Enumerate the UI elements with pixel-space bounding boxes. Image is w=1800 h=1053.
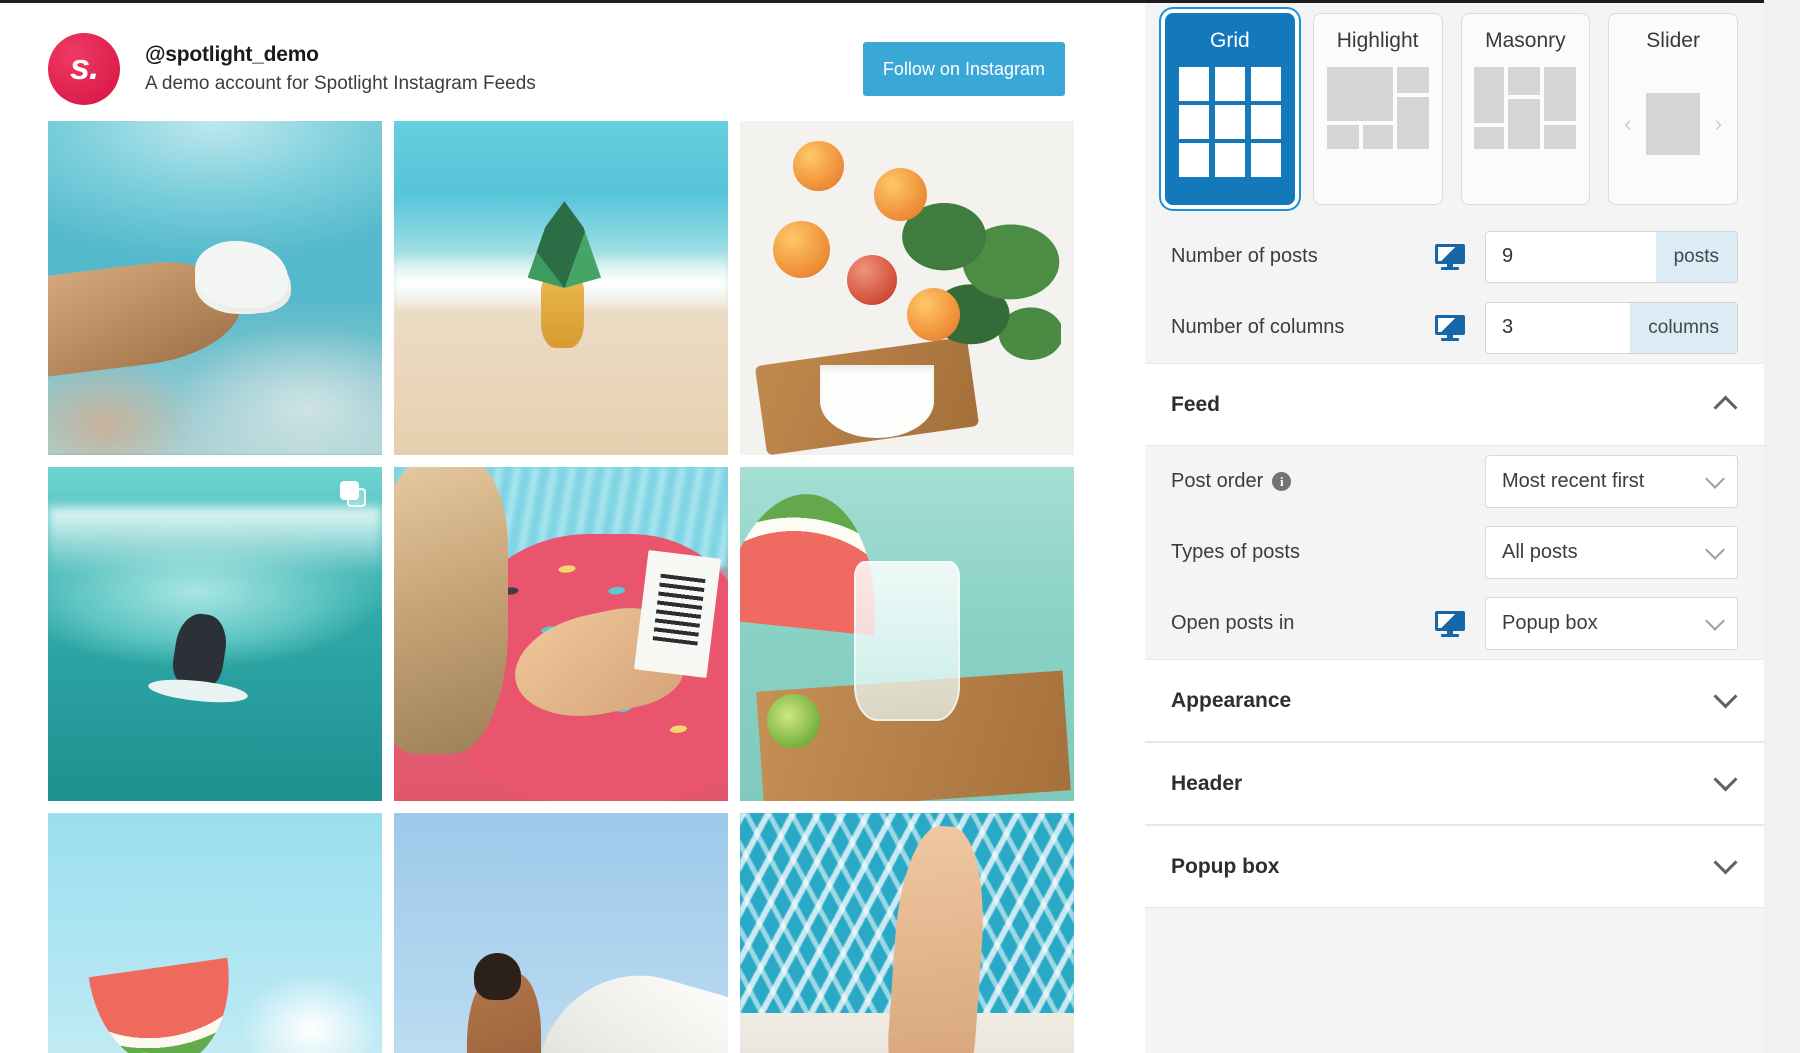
setting-label-text: Post order [1171, 470, 1264, 492]
avatar-initials: s. [69, 46, 99, 87]
avatar: s. [48, 33, 120, 105]
setting-label: Number of posts [1171, 245, 1318, 267]
layout-option-label: Highlight [1336, 29, 1419, 52]
chevron-down-icon [1713, 850, 1738, 875]
masonry-layout-icon [1472, 65, 1578, 183]
multiple-posts-icon [340, 481, 366, 507]
photo-art [394, 121, 728, 455]
chevron-down-icon [1705, 610, 1725, 631]
post-order-select[interactable]: Most recent first [1485, 455, 1738, 508]
photo-art [740, 813, 1074, 1053]
section-header-feed[interactable]: Feed [1145, 363, 1764, 446]
grid-layout-icon [1177, 65, 1283, 183]
chevron-down-icon [1713, 767, 1738, 792]
photo-post-2[interactable] [394, 121, 728, 455]
chevron-right-icon: › [1714, 111, 1723, 136]
photo-post-1[interactable] [48, 121, 382, 455]
desktop-device-icon[interactable] [1435, 314, 1465, 341]
types-of-posts-value: All posts [1502, 541, 1578, 563]
photo-post-7[interactable] [48, 813, 382, 1053]
setting-label: Post order i [1171, 470, 1485, 493]
photo-art [740, 467, 1074, 801]
photo-post-4[interactable] [48, 467, 382, 801]
number-of-columns-input[interactable] [1486, 302, 1631, 353]
layout-option-masonry[interactable]: Masonry [1460, 13, 1591, 205]
highlight-layout-icon [1325, 65, 1431, 183]
photo-post-5[interactable] [394, 467, 728, 801]
instagram-photo-grid [48, 121, 1074, 1053]
chevron-left-icon: ‹ [1624, 111, 1632, 136]
photo-art [740, 121, 1074, 455]
layout-picker: Grid Highlight Masonry Slider ‹ › [1145, 3, 1764, 221]
section-title: Appearance [1171, 688, 1292, 712]
layout-option-highlight[interactable]: Highlight [1312, 13, 1443, 205]
section-title: Popup box [1171, 854, 1280, 878]
section-header-popup-box[interactable]: Popup box [1145, 825, 1764, 908]
setting-row-number-of-posts: Number of posts posts [1171, 221, 1738, 292]
section-header-header[interactable]: Header [1145, 742, 1764, 825]
number-of-posts-field[interactable]: posts [1485, 230, 1738, 283]
layout-option-label: Grid [1210, 29, 1250, 52]
section-title: Header [1171, 771, 1243, 795]
photo-art [394, 813, 728, 1053]
layout-option-grid[interactable]: Grid [1165, 13, 1295, 205]
account-identity: @spotlight_demo A demo account for Spotl… [145, 41, 863, 98]
number-of-columns-suffix: columns [1630, 302, 1737, 353]
section-body-feed: Post order i Most recent first Types of … [1145, 446, 1764, 659]
customizer-app: s. @spotlight_demo A demo account for Sp… [0, 0, 1800, 1053]
setting-row-post-order: Post order i Most recent first [1171, 446, 1738, 517]
photo-post-6[interactable] [740, 467, 1074, 801]
photo-art [48, 813, 382, 1053]
photo-post-9[interactable] [740, 813, 1074, 1053]
chevron-down-icon [1705, 468, 1725, 489]
chevron-down-icon [1713, 684, 1738, 709]
desktop-device-icon[interactable] [1435, 243, 1465, 270]
section-header-appearance[interactable]: Appearance [1145, 659, 1764, 742]
photo-art [48, 467, 382, 801]
setting-label: Open posts in [1171, 612, 1295, 634]
feed-preview-content: s. @spotlight_demo A demo account for Sp… [48, 3, 1074, 1053]
layout-option-label: Slider [1646, 29, 1700, 52]
layout-option-slider[interactable]: Slider ‹ › [1608, 13, 1738, 205]
account-username: @spotlight_demo [145, 42, 319, 66]
chevron-down-icon [1705, 539, 1725, 560]
number-of-posts-input[interactable] [1486, 231, 1656, 282]
setting-row-types-of-posts: Types of posts All posts [1171, 517, 1738, 588]
photo-art [394, 467, 728, 801]
setting-label: Number of columns [1171, 316, 1345, 338]
layout-option-label: Masonry [1485, 29, 1566, 52]
setting-label: Types of posts [1171, 541, 1300, 563]
layout-settings-block: Number of posts posts Number of columns … [1145, 221, 1764, 363]
setting-row-number-of-columns: Number of columns columns [1171, 292, 1738, 363]
section-title: Feed [1171, 392, 1221, 416]
open-posts-in-value: Popup box [1502, 612, 1598, 634]
number-of-posts-suffix: posts [1655, 231, 1737, 282]
open-posts-in-select[interactable]: Popup box [1485, 597, 1738, 650]
desktop-device-icon[interactable] [1435, 610, 1465, 637]
feed-preview-pane: s. @spotlight_demo A demo account for Sp… [0, 0, 1145, 1053]
info-icon[interactable]: i [1272, 472, 1292, 491]
chevron-up-icon [1713, 395, 1738, 420]
post-order-value: Most recent first [1502, 470, 1645, 492]
photo-art [48, 121, 382, 455]
account-bio: A demo account for Spotlight Instagram F… [145, 72, 536, 94]
settings-sidebar: Grid Highlight Masonry Slider ‹ › Number… [1145, 0, 1764, 1053]
photo-post-3[interactable] [740, 121, 1074, 455]
slider-layout-icon: ‹ › [1620, 65, 1726, 183]
types-of-posts-select[interactable]: All posts [1485, 526, 1738, 579]
feed-header: s. @spotlight_demo A demo account for Sp… [48, 3, 1074, 121]
setting-row-open-posts-in: Open posts in Popup box [1171, 588, 1738, 659]
number-of-columns-field[interactable]: columns [1485, 301, 1738, 354]
follow-on-instagram-button[interactable]: Follow on Instagram [862, 42, 1065, 96]
photo-post-8[interactable] [394, 813, 728, 1053]
